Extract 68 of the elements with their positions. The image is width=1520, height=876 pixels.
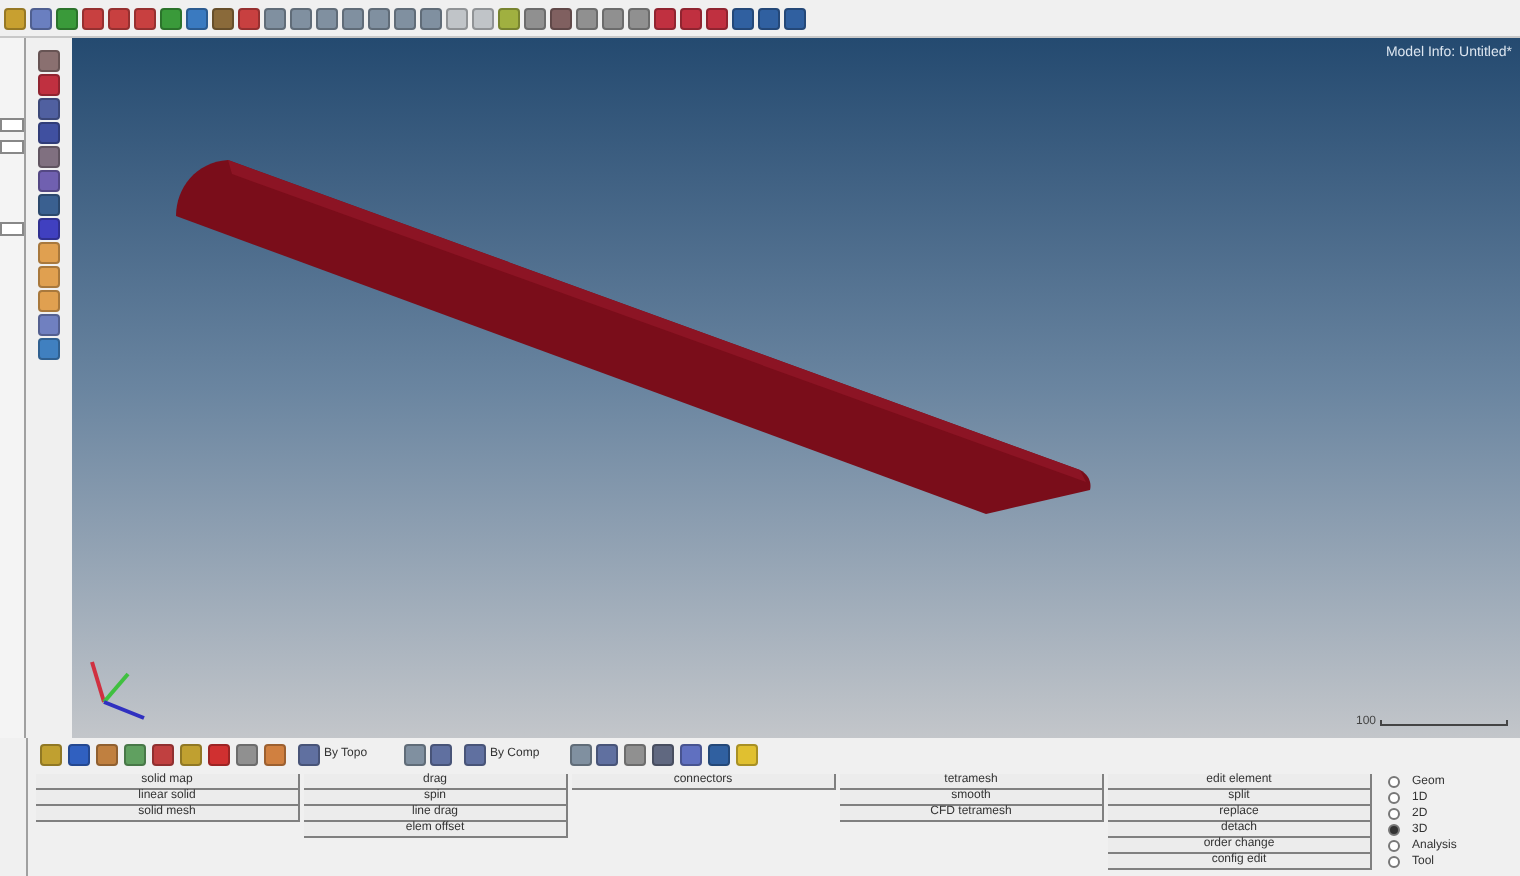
tool-icon[interactable] (38, 314, 60, 336)
tool-icon[interactable] (298, 743, 320, 765)
tool-icon[interactable] (238, 7, 260, 29)
dropdown-field[interactable] (0, 118, 24, 132)
radio-button[interactable] (1388, 840, 1400, 852)
tool-icon[interactable] (124, 743, 146, 765)
radio-button[interactable] (1388, 856, 1400, 868)
tool-icon[interactable] (550, 7, 572, 29)
tool-icon[interactable] (264, 743, 286, 765)
tool-icon[interactable] (706, 7, 728, 29)
tool-icon[interactable] (624, 743, 646, 765)
tool-icon[interactable] (96, 743, 118, 765)
scale-bar (1380, 720, 1508, 726)
tool-icon[interactable] (708, 743, 730, 765)
radio-button[interactable] (1388, 792, 1400, 804)
tool-icon[interactable] (208, 743, 230, 765)
tool-icon[interactable] (186, 7, 208, 29)
dropdown-field[interactable] (0, 140, 24, 154)
tool-icon[interactable] (264, 7, 286, 29)
tool-icon[interactable] (108, 7, 130, 29)
tool-icon[interactable] (236, 743, 258, 765)
tool-icon[interactable] (680, 743, 702, 765)
radio-button[interactable] (1388, 808, 1400, 820)
tool-icon[interactable] (212, 7, 234, 29)
tool-icon[interactable] (180, 743, 202, 765)
tool-icon[interactable] (38, 122, 60, 144)
tool-icon[interactable] (732, 7, 754, 29)
tool-icon[interactable] (576, 7, 598, 29)
tool-icon[interactable] (152, 743, 174, 765)
dropdown-field[interactable] (0, 222, 24, 236)
tool-icon[interactable] (30, 7, 52, 29)
tool-icon[interactable] (38, 74, 60, 96)
tool-icon[interactable] (368, 7, 390, 29)
tool-icon[interactable] (420, 7, 442, 29)
tool-icon[interactable] (38, 194, 60, 216)
tool-icon[interactable] (38, 338, 60, 360)
tool-icon[interactable] (654, 7, 676, 29)
tool-icon[interactable] (784, 7, 806, 29)
tool-icon[interactable] (570, 743, 592, 765)
tool-icon[interactable] (464, 743, 486, 765)
tool-icon[interactable] (68, 743, 90, 765)
tool-icon[interactable] (4, 7, 26, 29)
tool-icon[interactable] (404, 743, 426, 765)
tool-icon[interactable] (38, 50, 60, 72)
tool-icon[interactable] (40, 743, 62, 765)
tool-icon[interactable] (596, 743, 618, 765)
tool-icon[interactable] (316, 7, 338, 29)
tool-icon[interactable] (134, 7, 156, 29)
tool-icon[interactable] (38, 218, 60, 240)
tool-icon[interactable] (38, 146, 60, 168)
tool-icon[interactable] (430, 743, 452, 765)
radio-button[interactable] (1388, 824, 1400, 836)
tool-icon[interactable] (38, 98, 60, 120)
tool-icon[interactable] (602, 7, 624, 29)
tool-icon[interactable] (524, 7, 546, 29)
tool-icon[interactable] (56, 7, 78, 29)
tool-icon[interactable] (498, 7, 520, 29)
tool-icon[interactable] (758, 7, 780, 29)
tool-icon[interactable] (38, 170, 60, 192)
tool-icon[interactable] (652, 743, 674, 765)
tool-icon[interactable] (290, 7, 312, 29)
radio-button[interactable] (1388, 776, 1400, 788)
tool-icon[interactable] (342, 7, 364, 29)
tool-icon[interactable] (680, 7, 702, 29)
tool-icon[interactable] (628, 7, 650, 29)
tool-icon[interactable] (394, 7, 416, 29)
tool-icon[interactable] (82, 7, 104, 29)
tool-icon[interactable] (160, 7, 182, 29)
